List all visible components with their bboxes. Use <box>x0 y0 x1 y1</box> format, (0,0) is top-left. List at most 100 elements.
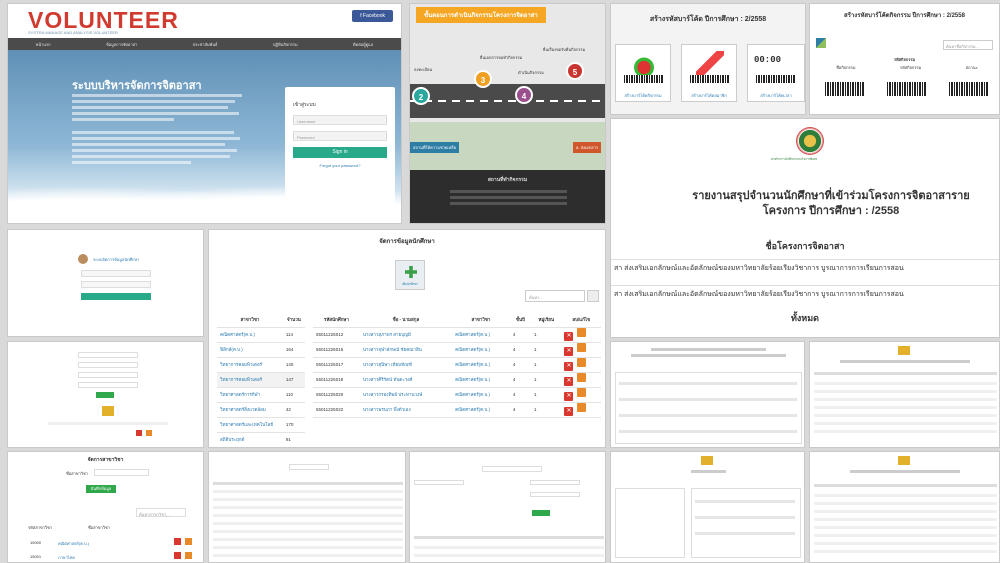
major-name[interactable]: วิทยาศาสตร์การกีฬา <box>217 387 283 403</box>
form-field[interactable] <box>78 352 138 358</box>
student-name[interactable]: นางสาวสุนิษา เทียมทัณฑ์ <box>359 357 453 373</box>
delete-icon[interactable] <box>136 430 142 436</box>
table-row[interactable]: คณิตศาสตร์(ค.บ.) 114 <box>217 327 305 343</box>
student-table: รหัสนักศึกษา ชื่อ - นามสกุล สาขาวิชา ชั้… <box>313 312 601 418</box>
form-field[interactable] <box>78 372 138 378</box>
search-icon[interactable] <box>587 290 599 302</box>
form-field[interactable] <box>530 492 580 497</box>
student-name[interactable]: นางสาวสุภาพร สายบุญมี <box>359 327 453 343</box>
nav-item-info[interactable]: ข้อมูลการจัดอาสา <box>106 41 137 48</box>
edit-icon[interactable] <box>185 538 192 545</box>
major-name[interactable]: สถิติประยุกต์ <box>217 432 283 447</box>
username-input[interactable]: Username <box>293 115 387 125</box>
table-row[interactable]: วิทยาการคอมพิวเตอร์ 140 <box>217 357 305 373</box>
faculty-name[interactable]: คณิตศาสตร์(ค.บ.) <box>58 540 89 547</box>
small-login-panel: ระบบจัดการข้อมูลนักศึกษา <box>7 229 204 337</box>
form-field[interactable] <box>530 480 580 485</box>
faculty-name[interactable]: ภาษาไทย <box>58 554 75 561</box>
edit-icon[interactable] <box>577 343 587 352</box>
filter-select[interactable] <box>289 464 329 470</box>
nav-item-calendar[interactable]: ปฏิทินกิจกรรม <box>273 41 298 48</box>
delete-icon[interactable]: ✕ <box>564 362 574 371</box>
major-name[interactable]: วิทยาศาสตร์สิ่งแวดล้อม <box>217 402 283 418</box>
small-password-input[interactable] <box>81 281 151 288</box>
student-form-panel <box>7 341 204 448</box>
small-login-title: ระบบจัดการข้อมูลนักศึกษา <box>93 257 140 262</box>
summary-table-panel <box>809 451 1000 563</box>
small-login-button[interactable] <box>81 293 151 300</box>
faculty-save-button[interactable]: บันทึกข้อมูล <box>86 485 116 493</box>
time-barcode-tile[interactable]: 00:00 สร้างบาร์โค้ดเวลา <box>747 44 805 102</box>
nav-item-pr[interactable]: ประชาสัมพันธ์ <box>193 41 218 48</box>
edit-icon[interactable] <box>185 552 192 559</box>
signin-button[interactable]: Sign in <box>293 147 387 158</box>
major-name[interactable]: วิทยาการคอมพิวเตอร์ <box>217 357 283 373</box>
form-field[interactable] <box>414 480 464 485</box>
password-input[interactable]: Password <box>293 131 387 141</box>
nav-item-contact[interactable]: ติดต่อผู้ดูแล <box>353 41 373 48</box>
student-id: 55011225022 <box>313 402 360 418</box>
table-row[interactable]: วิทยาการคอมพิวเตอร์ 147 <box>217 372 305 388</box>
edit-icon[interactable] <box>577 358 587 367</box>
faculty-name-input[interactable] <box>94 469 149 476</box>
main-nav: หน้าแรก ข้อมูลการจัดอาสา ประชาสัมพันธ์ ป… <box>8 38 401 50</box>
barcode-row <box>814 82 999 96</box>
check-button[interactable] <box>532 510 550 516</box>
barcode-search-input[interactable]: ค้นหาชื่อกิจกรรม... <box>943 40 993 50</box>
major-name[interactable]: ฟิสิกส์(ค.บ.) <box>217 342 283 358</box>
table-row[interactable]: สถิติประยุกต์ 91 <box>217 432 305 447</box>
edit-icon[interactable] <box>577 403 587 412</box>
student-major: คณิตศาสตร์(ค.บ.) <box>452 402 510 418</box>
faculty-search-input[interactable]: ค้นหาสาขาวิชา... <box>136 508 186 517</box>
table-row[interactable]: วิทยาศาสตร์และเทคโนโลยี 170 <box>217 417 305 433</box>
edit-icon[interactable] <box>146 430 152 436</box>
report-row: สา ส่งเสริมเอกลักษณ์และอัตลักษณ์ของมหาวิ… <box>611 259 999 274</box>
help-location-button[interactable]: สถานที่ให้ความช่วยเหลือ <box>410 142 460 153</box>
steps-banner: ขั้นตอนการดำเนินกิจกรรมโครงการจิตอาสา <box>416 7 546 23</box>
member-barcode-label: สร้างบาร์โค้ดสมาชิก <box>691 93 727 98</box>
delete-icon[interactable]: ✕ <box>564 407 574 416</box>
major-name[interactable]: คณิตศาสตร์(ค.บ.) <box>217 327 283 343</box>
table-row[interactable]: ฟิสิกส์(ค.บ.) 164 <box>217 342 305 358</box>
facebook-button[interactable]: f Facebook <box>352 10 393 22</box>
student-name[interactable]: นางสาวจุฬาลักษณ์ ชัยคณาสิน <box>359 342 453 358</box>
delete-icon[interactable] <box>174 538 181 545</box>
student-name[interactable]: นางสาวพรนภา พึ่งตัวเอง <box>359 402 453 418</box>
edit-icon[interactable] <box>577 328 587 337</box>
student-search-input[interactable]: ค้นหา... <box>525 290 585 302</box>
student-name[interactable]: นางสาวศิริรัตน์ ทันตะวงศ์ <box>359 372 453 388</box>
member-barcode-tile[interactable]: สร้างบาร์โค้ดสมาชิก <box>681 44 737 102</box>
delete-icon[interactable]: ✕ <box>564 347 574 356</box>
table-row[interactable]: วิทยาศาสตร์การกีฬา 110 <box>217 387 305 403</box>
form-field[interactable] <box>78 382 138 388</box>
activity-barcode-tile[interactable]: สร้างบาร์โค้ดกิจกรรม <box>615 44 671 102</box>
forgot-password-link[interactable]: Forgot your password? <box>293 163 387 168</box>
barcode-icon <box>690 75 730 83</box>
edit-icon[interactable] <box>577 373 587 382</box>
form-submit-button[interactable] <box>96 392 114 398</box>
col-major: สาขาวิชา <box>217 312 283 328</box>
form-field[interactable] <box>78 362 138 368</box>
hero-section: ระบบบริหารจัดการจิตอาสา เข้าสู่ระบบ User… <box>8 50 401 223</box>
report-title: รายงานสรุปจำนวนนักศึกษาที่เข้าร่วมโครงกา… <box>692 190 970 217</box>
delete-icon[interactable]: ✕ <box>564 392 574 401</box>
delete-icon[interactable]: ✕ <box>564 332 574 341</box>
major-name[interactable]: วิทยาการคอมพิวเตอร์ <box>217 372 283 388</box>
major-count: 147 <box>282 372 305 388</box>
nav-item-home[interactable]: หน้าแรก <box>36 41 51 48</box>
col-student-major: สาขาวิชา <box>452 312 510 328</box>
back-icon[interactable] <box>816 38 826 48</box>
student-name[interactable]: นางสาวกรองทิพย์ ประทานวงษ์ <box>359 387 453 403</box>
edit-icon[interactable] <box>577 388 587 397</box>
major-name[interactable]: วิทยาศาสตร์และเทคโนโลยี <box>217 417 283 433</box>
delete-icon[interactable]: ✕ <box>564 377 574 386</box>
delete-icon[interactable] <box>174 552 181 559</box>
form-field[interactable] <box>482 466 542 472</box>
student-group: 1 <box>531 342 562 358</box>
table-row[interactable]: วิทยาศาสตร์สิ่งแวดล้อม 42 <box>217 402 305 418</box>
send-document-button[interactable]: 8. ส่งเอกสาร <box>573 142 601 153</box>
table-row: 55011225022 นางสาวพรนภา พึ่งตัวเอง คณิตศาส… <box>313 402 601 418</box>
table-row: 55011225012 นางสาวสุภาพร สายบุญมี คณิตศาสต… <box>313 327 601 343</box>
small-username-input[interactable] <box>81 270 151 277</box>
major-count: 42 <box>282 402 305 418</box>
